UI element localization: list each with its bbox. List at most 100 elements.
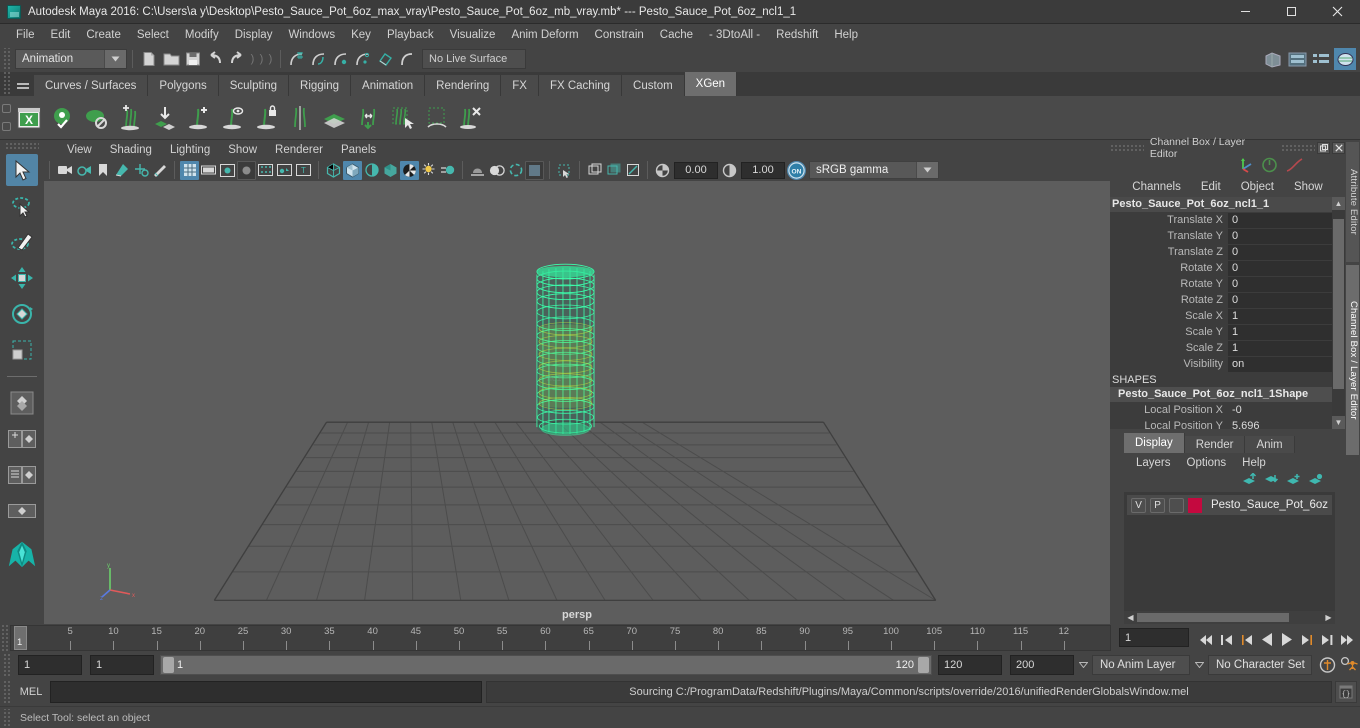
tool-settings-toggle-icon[interactable] xyxy=(1310,48,1332,70)
command-input[interactable] xyxy=(50,681,482,703)
channel-row[interactable]: Translate Y 0 xyxy=(1110,228,1332,244)
redo-icon[interactable] xyxy=(226,48,248,70)
xgen-move-guide-icon[interactable] xyxy=(352,99,386,137)
shelf-tab-animation[interactable]: Animation xyxy=(351,75,426,96)
channel-row[interactable]: Rotate X 0 xyxy=(1110,260,1332,276)
step-forward-keyframe-icon[interactable] xyxy=(1317,629,1336,651)
viewport-menu-shading[interactable]: Shading xyxy=(101,143,161,157)
bookmark-icon[interactable] xyxy=(93,161,112,180)
layer-color-swatch[interactable] xyxy=(1188,497,1202,513)
xgen-select-guide-icon[interactable] xyxy=(386,99,420,137)
channel-curve-icon[interactable] xyxy=(1286,157,1303,176)
menu-item-cache[interactable]: Cache xyxy=(652,27,701,43)
view-transform-selector[interactable]: sRGB gamma xyxy=(809,161,939,179)
menu-item-display[interactable]: Display xyxy=(227,27,281,43)
menu-set-selector[interactable]: Animation xyxy=(15,49,127,69)
channel-value[interactable]: 1 xyxy=(1228,324,1332,340)
range-start-handle[interactable] xyxy=(163,657,174,673)
range-end-handle[interactable] xyxy=(918,657,929,673)
character-set-selector[interactable]: No Character Set xyxy=(1208,655,1312,675)
shelf-tab-sculpting[interactable]: Sculpting xyxy=(218,75,290,96)
viewport-menu-lighting[interactable]: Lighting xyxy=(161,143,219,157)
create-layer-from-selected-icon[interactable] xyxy=(1308,473,1323,489)
layout-graph-persp-icon[interactable] xyxy=(6,495,38,527)
undock-icon[interactable] xyxy=(1317,141,1331,154)
snap-to-view-plane-icon[interactable] xyxy=(374,48,396,70)
show-hide-editors-icon[interactable] xyxy=(1262,48,1284,70)
make-live-icon[interactable] xyxy=(396,48,418,70)
close-icon[interactable] xyxy=(1314,0,1360,24)
menu-item-windows[interactable]: Windows xyxy=(280,27,343,43)
exposure-field[interactable]: 0.00 xyxy=(674,161,718,179)
channel-box-scrollbar[interactable]: ▲ ▼ xyxy=(1332,197,1345,429)
shadows-icon[interactable] xyxy=(400,160,419,180)
view-transform-toggle[interactable]: ON xyxy=(787,160,806,180)
shelf-tab-fx[interactable]: FX xyxy=(501,75,539,96)
panel-grip-left[interactable] xyxy=(1110,144,1144,151)
menu-item-visualize[interactable]: Visualize xyxy=(442,27,504,43)
image-plane-icon[interactable] xyxy=(112,161,131,180)
layer-menu-layers[interactable]: Layers xyxy=(1128,456,1179,470)
maximize-icon[interactable] xyxy=(1268,0,1314,24)
channel-value[interactable]: 0 xyxy=(1228,276,1332,292)
panel-grip-right[interactable] xyxy=(1281,144,1316,151)
safe-action-icon[interactable] xyxy=(275,161,294,180)
channel-row[interactable]: Scale Y 1 xyxy=(1110,324,1332,340)
channel-menu-show[interactable]: Show xyxy=(1286,180,1331,194)
channel-row[interactable]: Local Position Y 5.696 xyxy=(1110,418,1332,429)
shade-flat-icon[interactable] xyxy=(362,161,381,180)
tab-render[interactable]: Render xyxy=(1184,436,1246,453)
xgen-add-guide-icon[interactable] xyxy=(182,99,216,137)
screen-space-ao-icon[interactable] xyxy=(419,161,438,180)
xgen-preview-off-icon[interactable] xyxy=(80,99,114,137)
xgen-patch-icon[interactable] xyxy=(318,99,352,137)
xgen-guide-visibility-icon[interactable] xyxy=(216,99,250,137)
channel-menu-channels[interactable]: Channels xyxy=(1124,180,1189,194)
safe-title-icon[interactable]: T xyxy=(294,161,313,180)
shelf-tab-custom[interactable]: Custom xyxy=(622,75,685,96)
layout-single-perspective-icon[interactable] xyxy=(6,423,38,455)
xgen-preview-on-icon[interactable] xyxy=(46,99,80,137)
layer-playback-toggle[interactable]: P xyxy=(1150,497,1166,513)
channel-value[interactable]: 0 xyxy=(1228,212,1332,228)
use-all-lights-icon[interactable] xyxy=(381,161,400,180)
scroll-right-icon[interactable]: ▶ xyxy=(1322,613,1335,622)
wireframe-icon[interactable] xyxy=(324,161,343,180)
film-gate-icon[interactable] xyxy=(199,161,218,180)
xgen-window-icon[interactable]: X xyxy=(12,99,46,137)
scrollbar-thumb[interactable] xyxy=(1137,613,1289,622)
exposure-icon[interactable] xyxy=(653,161,672,180)
xgen-delete-guide-icon[interactable] xyxy=(454,99,488,137)
layer-row[interactable]: V P Pesto_Sauce_Pot_6oz xyxy=(1127,495,1332,515)
playback-range-bar[interactable]: 1 120 xyxy=(160,655,932,675)
menu-item-modify[interactable]: Modify xyxy=(177,27,227,43)
gate-mask-icon[interactable] xyxy=(237,160,256,180)
menu-item-key[interactable]: Key xyxy=(343,27,379,43)
channel-row[interactable]: Local Position X -0 xyxy=(1110,402,1332,418)
channel-row[interactable]: Rotate Y 0 xyxy=(1110,276,1332,292)
motion-blur-icon[interactable] xyxy=(438,161,457,180)
paint-select-tool[interactable] xyxy=(6,226,38,258)
side-tab-attribute-editor[interactable]: Attribute Editor xyxy=(1346,142,1359,262)
3d-viewport[interactable]: nc1 y x z persp xyxy=(44,181,1110,624)
panel-layout-2-icon[interactable] xyxy=(604,161,623,180)
layer-shading-toggle[interactable] xyxy=(1169,497,1185,513)
channel-value[interactable]: 0 xyxy=(1228,260,1332,276)
menu-item-file[interactable]: File xyxy=(8,27,43,43)
smooth-shade-all-icon[interactable] xyxy=(343,160,362,180)
viewport-menu-show[interactable]: Show xyxy=(219,143,266,157)
channel-value[interactable]: on xyxy=(1228,356,1332,372)
snap-to-projected-center-icon[interactable] xyxy=(352,48,374,70)
layer-name[interactable]: Pesto_Sauce_Pot_6oz xyxy=(1206,499,1328,511)
script-editor-icon[interactable]: {} xyxy=(1335,681,1357,703)
channel-menu-edit[interactable]: Edit xyxy=(1193,180,1229,194)
scale-tool[interactable] xyxy=(6,334,38,366)
gamma-icon[interactable] xyxy=(720,161,739,180)
toolbox-grip[interactable] xyxy=(5,142,39,150)
two-d-pan-zoom-icon[interactable] xyxy=(131,161,150,180)
shelf-tab-rigging[interactable]: Rigging xyxy=(289,75,352,96)
xgen-mirror-guide-icon[interactable] xyxy=(284,99,318,137)
field-chart-icon[interactable] xyxy=(256,161,275,180)
layout-outliner-persp-icon[interactable] xyxy=(6,459,38,491)
layout-quad-icon[interactable] xyxy=(6,387,38,419)
